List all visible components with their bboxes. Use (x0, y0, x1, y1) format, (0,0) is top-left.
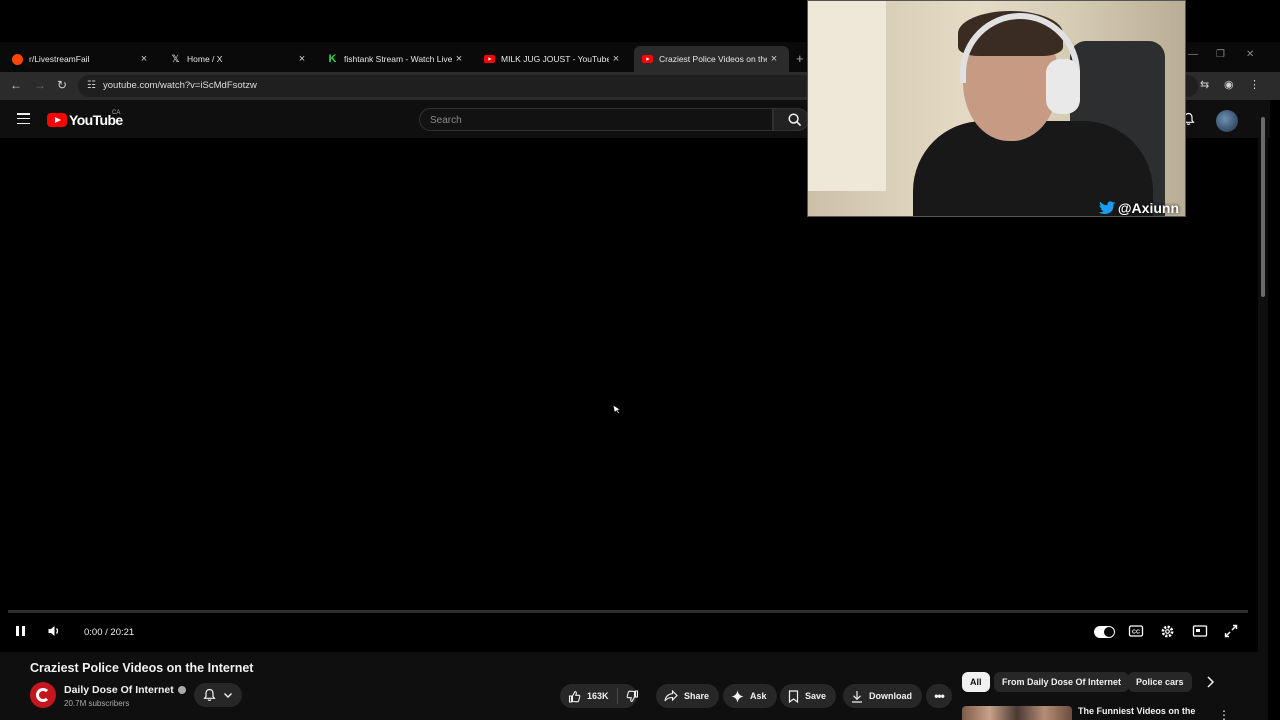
close-tab-icon[interactable]: × (609, 53, 623, 65)
forward-icon[interactable]: → (34, 78, 46, 92)
subscriber-count: 20.7M subscribers (64, 699, 130, 708)
share-icon (664, 690, 678, 702)
page-scrollbar[interactable] (1258, 100, 1268, 720)
browser-tab[interactable]: K fishtank Stream - Watch Live on × (315, 46, 473, 72)
tab-title: Craziest Police Videos on the Int (659, 54, 767, 64)
channel-avatar[interactable] (30, 682, 56, 708)
ask-label: Ask (750, 691, 767, 701)
browser-tab[interactable]: r/LivestreamFail × (0, 46, 160, 72)
settings-gear-icon[interactable] (1160, 624, 1175, 639)
chevron-down-icon (224, 693, 232, 698)
tab-title: MILK JUG JOUST - YouTube (501, 54, 609, 64)
menu-icon[interactable] (17, 113, 30, 125)
verified-badge-icon (177, 686, 186, 694)
more-horizontal-icon: ••• (934, 689, 945, 703)
chip-police-cars[interactable]: Police cars (1128, 672, 1192, 692)
youtube-icon (642, 54, 653, 65)
thumbs-up-icon (568, 690, 581, 703)
save-button[interactable]: Save (780, 684, 837, 708)
chip-from-channel[interactable]: From Daily Dose Of Internet (994, 672, 1130, 692)
close-window-icon[interactable]: ✕ (1246, 49, 1254, 60)
time-display: 0:00 / 20:21 (84, 627, 135, 638)
tab-title: fishtank Stream - Watch Live on (344, 54, 452, 64)
close-tab-icon[interactable]: × (137, 53, 151, 65)
video-title: Craziest Police Videos on the Internet (30, 661, 254, 675)
minimize-icon[interactable]: — (1188, 49, 1198, 60)
more-vertical-icon[interactable]: ⋮ (1218, 708, 1230, 720)
like-divider (617, 688, 618, 704)
close-tab-icon[interactable]: × (452, 53, 466, 65)
back-icon[interactable]: ← (10, 78, 22, 92)
tab-title: Home / X (187, 54, 223, 64)
search-placeholder: Search (430, 115, 462, 126)
progress-bar[interactable] (8, 610, 1248, 613)
site-info-icon[interactable]: ☷ (87, 80, 96, 91)
extension-icon[interactable]: ⇆ (1200, 78, 1209, 91)
restore-icon[interactable]: ❐ (1216, 49, 1225, 60)
country-code: CA (112, 110, 121, 116)
thumbs-down-icon[interactable] (626, 690, 639, 703)
browser-tab[interactable]: MILK JUG JOUST - YouTube × (472, 46, 630, 72)
autoplay-toggle[interactable] (1094, 626, 1115, 638)
chip-all[interactable]: All (962, 672, 990, 692)
scrollbar-thumb[interactable] (1261, 117, 1265, 297)
browser-tab-active[interactable]: Craziest Police Videos on the Int × (634, 46, 789, 72)
search-input[interactable]: Search (419, 108, 773, 131)
volume-icon[interactable] (47, 624, 62, 638)
x-icon: 𝕏 (171, 53, 180, 65)
twitter-handle-text: @Axiunn (1117, 200, 1179, 216)
reddit-icon (12, 53, 23, 65)
avatar[interactable] (1216, 110, 1238, 132)
channel-name: Daily Dose Of Internet (64, 684, 174, 696)
sparkle-icon (731, 690, 744, 702)
profile-icon[interactable]: ◉ (1224, 78, 1234, 91)
video-details: Craziest Police Videos on the Internet D… (0, 652, 1258, 720)
bell-icon (203, 688, 216, 701)
fullscreen-icon[interactable] (1224, 624, 1238, 638)
youtube-icon (484, 54, 495, 65)
svg-text:CC: CC (1132, 630, 1140, 636)
close-tab-icon[interactable]: × (295, 53, 309, 65)
fishtank-icon: K (328, 53, 337, 65)
share-button[interactable]: Share (656, 684, 720, 708)
save-label: Save (805, 691, 827, 701)
pause-icon[interactable] (14, 624, 27, 638)
ask-button[interactable]: Ask (723, 684, 777, 708)
suggested-video-thumbnail[interactable] (962, 706, 1072, 720)
more-actions-button[interactable]: ••• (926, 684, 952, 708)
browser-menu-icon[interactable]: ⋮ (1249, 78, 1260, 91)
tab-title: r/LivestreamFail (29, 54, 90, 64)
miniplayer-icon[interactable] (1192, 624, 1208, 638)
like-count: 163K (587, 691, 609, 701)
new-tab-button[interactable]: + (796, 51, 804, 66)
mouse-cursor-icon (612, 404, 621, 414)
browser-tab[interactable]: 𝕏 Home / X × (158, 46, 316, 72)
download-icon (852, 690, 862, 703)
subscription-notification-button[interactable] (194, 683, 242, 707)
channel-name-link[interactable]: Daily Dose Of Internet (64, 684, 186, 696)
download-button[interactable]: Download (843, 684, 922, 708)
youtube-play-logo-icon (47, 113, 67, 127)
twitter-bird-icon (1098, 200, 1116, 214)
headphone-icon (1046, 59, 1080, 114)
share-label: Share (684, 691, 710, 701)
url-text[interactable]: youtube.com/watch?v=iScMdFsotzw (103, 80, 257, 91)
twitter-handle: @Axiunn (1098, 200, 1179, 216)
suggested-video-title[interactable]: The Funniest Videos on the (1078, 706, 1195, 716)
search-button[interactable] (773, 108, 809, 131)
bookmark-icon (788, 689, 799, 703)
close-tab-icon[interactable]: × (767, 53, 781, 65)
webcam-overlay: @Axiunn (807, 0, 1186, 217)
webcam-background-door (808, 1, 888, 191)
chevron-right-icon[interactable] (1204, 675, 1216, 689)
subtitles-icon[interactable]: CC (1128, 624, 1144, 638)
download-label: Download (869, 691, 912, 701)
search-icon (788, 113, 802, 127)
reload-icon[interactable]: ↻ (57, 78, 67, 92)
